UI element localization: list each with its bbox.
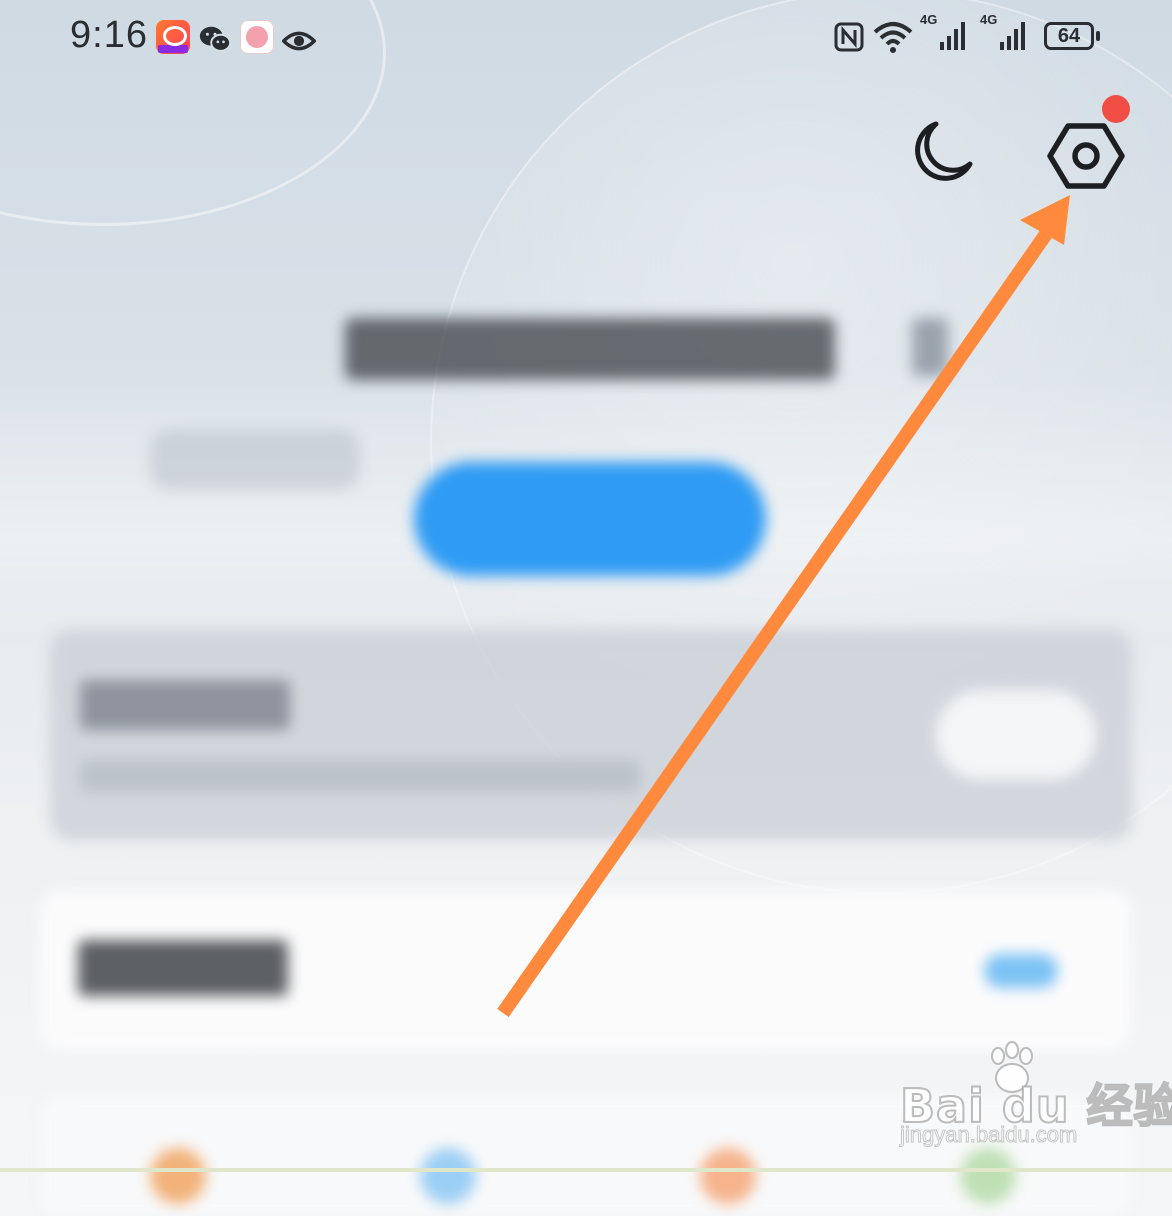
section-card-title	[78, 940, 288, 996]
primary-cta-button[interactable]	[414, 462, 766, 576]
wechat-icon	[199, 26, 232, 52]
info-card-button[interactable]	[936, 690, 1096, 780]
shortcut-green[interactable]	[960, 1148, 1016, 1204]
section-card-link[interactable]	[984, 954, 1058, 988]
watermark-url: jingyan.baidu.com	[899, 1122, 1078, 1148]
network-type-1: 4G	[920, 12, 938, 27]
bottom-edge	[0, 1168, 1172, 1172]
shortcut-orange[interactable]	[150, 1148, 206, 1204]
settings-icon[interactable]	[1046, 116, 1126, 196]
kuaishou-icon	[156, 20, 190, 54]
moon-icon[interactable]	[900, 116, 980, 196]
pink-app-icon	[240, 20, 274, 54]
shortcut-orange-2[interactable]	[700, 1148, 756, 1204]
headline-side-element	[912, 318, 948, 376]
info-card-description	[80, 760, 640, 792]
cellular-signal-1: 4G	[920, 12, 972, 56]
faint-element	[150, 430, 360, 490]
shortcut-blue[interactable]	[420, 1148, 476, 1204]
network-type-2: 4G	[980, 12, 998, 27]
wifi-icon	[873, 22, 913, 53]
page-headline	[345, 318, 835, 380]
info-card-title	[80, 680, 290, 730]
status-bar: 9:16 4G 4G 64	[0, 0, 1172, 80]
nfc-icon	[834, 22, 864, 52]
notification-dot	[1102, 95, 1130, 123]
baidu-watermark: Bai du 经验 jingyan.baidu.com	[896, 1040, 1172, 1150]
battery-indicator: 64	[1044, 22, 1100, 50]
cellular-signal-2: 4G	[980, 12, 1032, 56]
eye-icon	[282, 31, 316, 51]
status-time: 9:16	[70, 14, 148, 56]
